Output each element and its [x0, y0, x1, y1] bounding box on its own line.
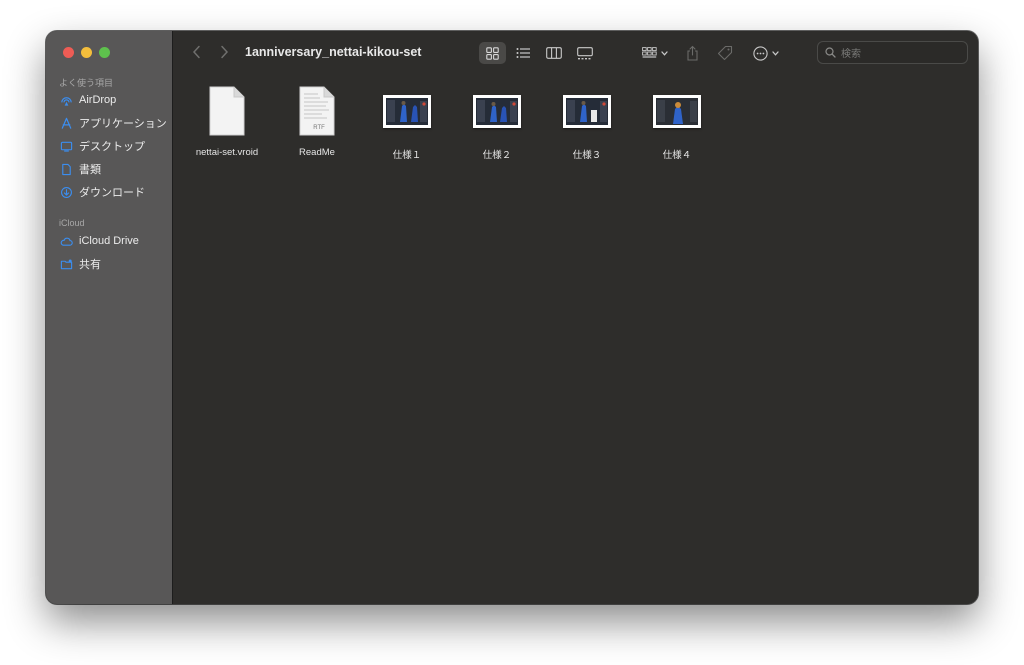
documents-icon — [62, 163, 71, 175]
tag-icon — [717, 45, 733, 61]
file-item[interactable]: 仕様３ — [542, 85, 632, 161]
file-item[interactable]: RTF ReadMe — [272, 85, 362, 158]
file-item[interactable]: 仕様２ — [452, 85, 542, 161]
sidebar-item-label: 共有 — [79, 259, 101, 271]
chevron-right-icon — [221, 45, 229, 59]
close-button[interactable] — [63, 47, 74, 58]
sidebar-item-icloud-drive[interactable]: iCloud Drive — [60, 231, 139, 251]
icloud-header: iCloud — [59, 218, 85, 228]
sidebar: よく使う項目 AirDrop アプリケーション デスクトップ 書類 ダウンロード… — [46, 31, 173, 604]
share-icon — [686, 45, 698, 61]
sidebar-item-label: アプリケーション — [79, 118, 167, 130]
share-button[interactable] — [682, 42, 702, 64]
icloud-drive-icon — [60, 237, 73, 246]
sidebar-item-shared[interactable]: 共有 — [60, 254, 101, 274]
file-item[interactable]: nettai-set.vroid — [182, 85, 272, 158]
sidebar-item-label: AirDrop — [79, 94, 117, 106]
applications-icon — [61, 117, 72, 129]
gallery-view-icon — [577, 46, 593, 59]
file-name: 仕様１ — [392, 150, 422, 161]
image-thumbnail-icon — [653, 85, 701, 137]
toolbar: 1anniversary_nettai-kikou-set 検索 — [174, 31, 978, 75]
search-icon — [825, 47, 836, 58]
columns-view-icon — [546, 47, 562, 59]
sidebar-item-documents[interactable]: 書類 — [60, 159, 101, 179]
back-button[interactable] — [192, 45, 201, 63]
forward-button[interactable] — [220, 45, 229, 63]
file-item[interactable]: 仕様４ — [632, 85, 722, 161]
chevron-down-icon — [661, 50, 668, 56]
view-icons-button[interactable] — [479, 42, 506, 64]
search-field[interactable]: 検索 — [817, 41, 968, 64]
file-name: ReadMe — [299, 147, 335, 158]
document-icon — [208, 85, 246, 137]
file-name: 仕様３ — [572, 150, 602, 161]
desktop-icon — [60, 141, 73, 152]
search-placeholder: 検索 — [841, 49, 861, 60]
sidebar-item-label: 書類 — [79, 164, 101, 176]
action-menu-button[interactable] — [749, 42, 783, 64]
sidebar-item-applications[interactable]: アプリケーション — [60, 113, 167, 133]
sidebar-item-downloads[interactable]: ダウンロード — [60, 182, 145, 202]
file-name: 仕様２ — [482, 150, 512, 161]
sidebar-item-label: デスクトップ — [79, 141, 145, 153]
list-view-icon — [516, 48, 530, 58]
file-name: nettai-set.vroid — [195, 147, 259, 158]
tag-button[interactable] — [715, 42, 735, 64]
image-thumbnail-icon — [383, 85, 431, 137]
sidebar-item-airdrop[interactable]: AirDrop — [60, 90, 116, 110]
window-controls — [63, 47, 110, 58]
grid-view-icon — [486, 46, 499, 60]
finder-window: よく使う項目 AirDrop アプリケーション デスクトップ 書類 ダウンロード… — [46, 31, 978, 604]
zoom-button[interactable] — [99, 47, 110, 58]
chevron-left-icon — [192, 45, 200, 59]
minimize-button[interactable] — [81, 47, 92, 58]
view-list-button[interactable] — [510, 42, 536, 64]
file-item[interactable]: 仕様１ — [362, 85, 452, 161]
file-name: 仕様４ — [662, 150, 692, 161]
image-thumbnail-icon — [473, 85, 521, 137]
favorites-header: よく使う項目 — [59, 78, 114, 88]
image-thumbnail-icon — [563, 85, 611, 137]
group-button[interactable] — [638, 42, 672, 64]
view-gallery-button[interactable] — [572, 42, 598, 64]
rtf-document-icon: RTF — [298, 85, 336, 137]
sidebar-item-label: iCloud Drive — [79, 235, 139, 247]
rtf-badge: RTF — [313, 125, 325, 131]
airdrop-icon — [61, 96, 72, 106]
group-icon — [642, 46, 657, 58]
shared-folder-icon — [60, 258, 73, 269]
window-title: 1anniversary_nettai-kikou-set — [245, 45, 422, 59]
chevron-down-icon — [772, 50, 779, 56]
more-icon — [753, 45, 768, 61]
main-content: 1anniversary_nettai-kikou-set 検索 nettai-… — [174, 31, 978, 604]
sidebar-item-label: ダウンロード — [79, 187, 145, 199]
sidebar-item-desktop[interactable]: デスクトップ — [60, 136, 145, 156]
downloads-icon — [61, 186, 72, 198]
view-columns-button[interactable] — [541, 42, 567, 64]
